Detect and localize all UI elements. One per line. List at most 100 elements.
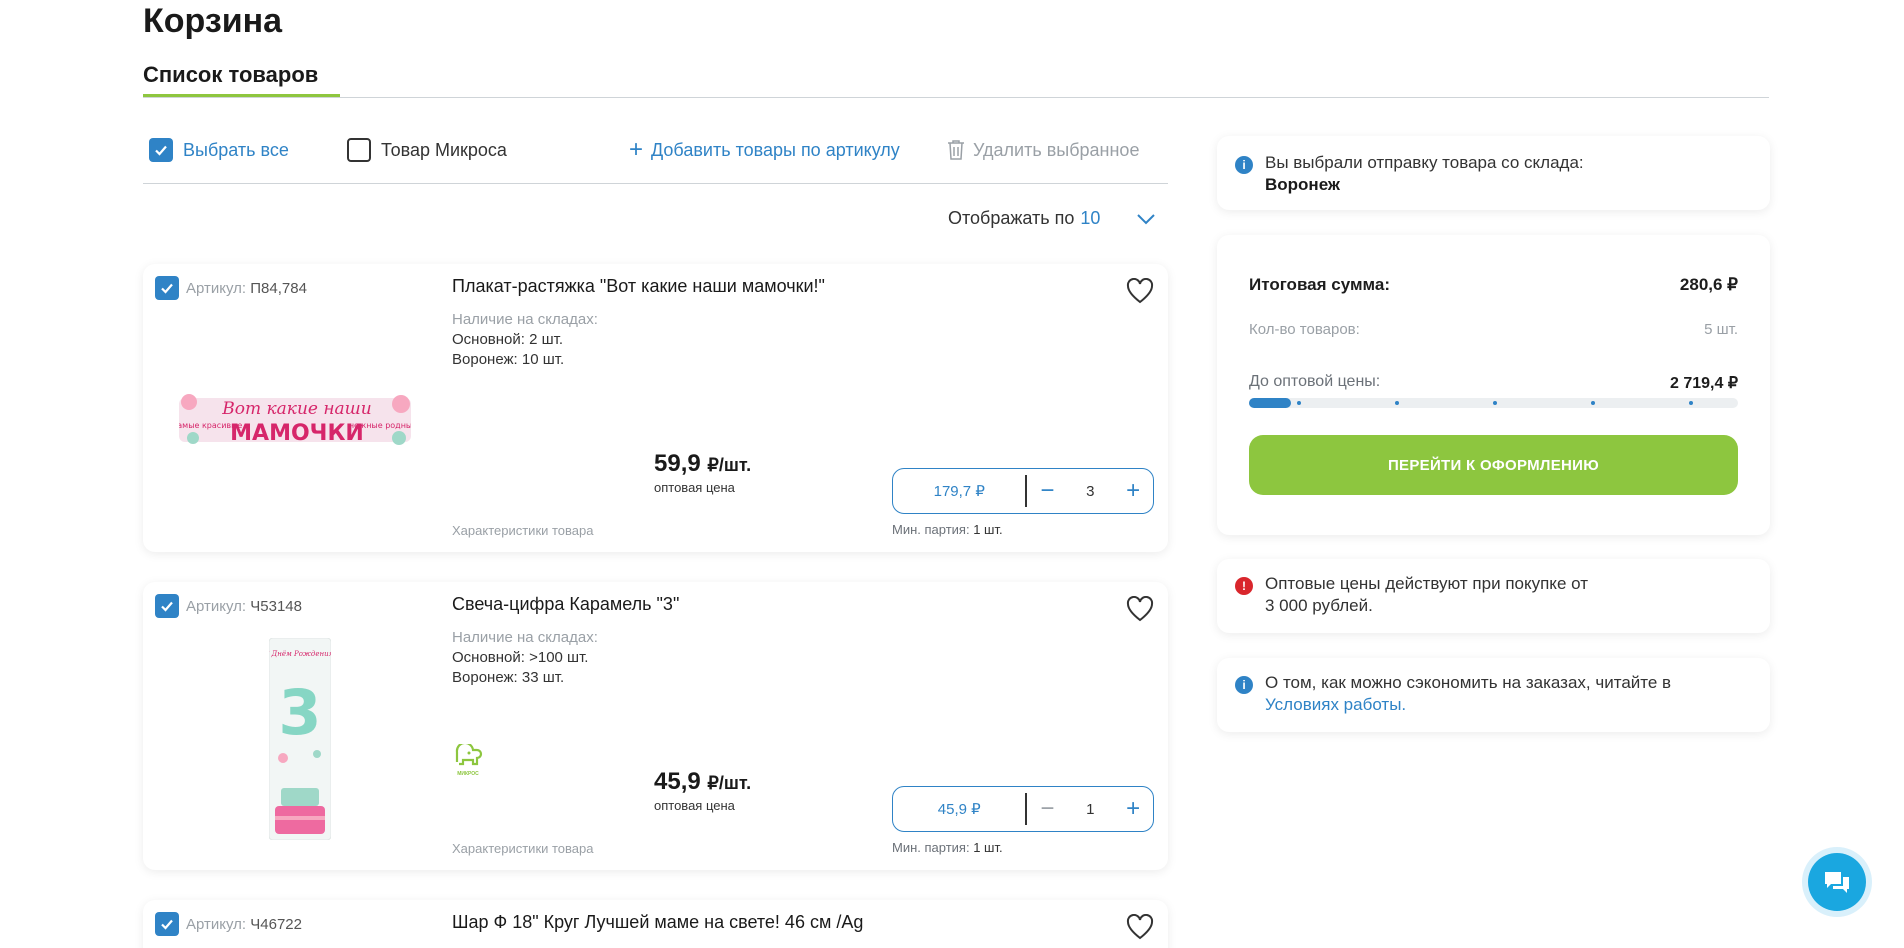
- min-batch: Мин. партия: 1 шт.: [892, 840, 1003, 855]
- product-sku: Артикул: П84,784: [186, 279, 307, 297]
- quantity-value[interactable]: 3: [1067, 483, 1113, 500]
- svg-text:С Днём Рождения!: С Днём Рождения!: [269, 650, 331, 658]
- characteristics-link[interactable]: Характеристики товара: [452, 841, 594, 856]
- product-price: 59,9 ₽/шт.: [654, 450, 752, 477]
- product-title[interactable]: Шар Ф 18" Круг Лучшей маме на свете! 46 …: [452, 912, 863, 933]
- info-icon: i: [1235, 676, 1253, 694]
- select-all-label: Выбрать все: [183, 139, 289, 160]
- product-image[interactable]: С Днём Рождения! 3: [264, 637, 336, 841]
- quantity-value[interactable]: 1: [1067, 801, 1113, 818]
- per-page-label: Отображать по: [948, 208, 1075, 228]
- stock-main: Основной: >100 шт.: [452, 649, 589, 666]
- svg-text:нежные родные: нежные родные: [349, 421, 411, 430]
- product-checkbox[interactable]: [155, 912, 179, 936]
- stock-info: Наличие на складах: Основной: >100 шт. В…: [452, 628, 598, 688]
- decrease-button[interactable]: −: [1027, 795, 1067, 823]
- product-card: Артикул: Ч53148 С Днём Рождения! 3 Свеча…: [143, 582, 1168, 870]
- cart-toolbar: Выбрать все Товар Микроса + Добавить тов…: [143, 136, 1168, 184]
- checkbox-checked-icon[interactable]: [149, 138, 173, 162]
- stock-label: Наличие на складах:: [452, 311, 598, 328]
- min-batch: Мин. партия: 1 шт.: [892, 522, 1003, 537]
- quantity-stepper: 179,7 ₽ − 3 +: [892, 468, 1154, 514]
- favorite-heart-icon[interactable]: [1126, 596, 1154, 622]
- mikros-filter-label: Товар Микроса: [381, 139, 507, 160]
- increase-button[interactable]: +: [1113, 477, 1153, 505]
- trash-icon: [948, 140, 964, 160]
- info-icon: i: [1235, 156, 1253, 174]
- svg-text:Вот какие наши: Вот какие наши: [221, 399, 372, 419]
- svg-text:Самые красивые: Самые красивые: [179, 421, 242, 430]
- wholesale-value: 2 719,4 ₽: [1669, 375, 1738, 392]
- terms-link[interactable]: Условиях работы.: [1265, 695, 1406, 714]
- checkout-button[interactable]: ПЕРЕЙТИ К ОФОРМЛЕНИЮ: [1249, 435, 1738, 495]
- product-checkbox[interactable]: [155, 594, 179, 618]
- wholesale-progress-bar: [1249, 398, 1738, 408]
- alert-icon: !: [1235, 577, 1253, 595]
- count-row: Кол-во товаров: 5 шт.: [1249, 321, 1738, 338]
- progress-dot: [1493, 401, 1497, 405]
- stock-voronezh: Воронеж: 33 шт.: [452, 669, 565, 686]
- page-title: Корзина: [143, 2, 283, 40]
- order-summary: Итоговая сумма: 280,6 ₽ Кол-во товаров: …: [1217, 235, 1770, 535]
- savings-text: О том, как можно сэкономить на заказах, …: [1265, 673, 1672, 714]
- per-page-value: 10: [1080, 208, 1101, 228]
- product-title[interactable]: Плакат-растяжка "Вот какие наши мамочки!…: [452, 276, 825, 297]
- svg-text:3: 3: [278, 676, 321, 749]
- increase-button[interactable]: +: [1113, 795, 1153, 823]
- chat-button[interactable]: [1808, 853, 1866, 911]
- characteristics-link[interactable]: Характеристики товара: [452, 523, 594, 538]
- wholesale-notice: ! Оптовые цены действуют при покупке от …: [1217, 559, 1770, 633]
- decrease-button[interactable]: −: [1027, 477, 1067, 505]
- plus-icon: +: [629, 136, 644, 163]
- progress-dot: [1395, 401, 1399, 405]
- total-row: Итоговая сумма: 280,6 ₽: [1249, 275, 1738, 295]
- product-sku: Артикул: Ч46722: [186, 915, 302, 933]
- stock-main: Основной: 2 шт.: [452, 331, 564, 348]
- progress-dot: [1591, 401, 1595, 405]
- add-by-sku-button[interactable]: + Добавить товары по артикулу: [629, 136, 900, 164]
- price-note: оптовая цена: [654, 798, 735, 813]
- savings-info: i О том, как можно сэкономить на заказах…: [1217, 658, 1770, 732]
- warehouse-name: Воронеж: [1265, 175, 1340, 194]
- warehouse-text: Вы выбрали отправку товара со склада: Во…: [1265, 153, 1584, 194]
- product-card: Артикул: Ч46722 Шар Ф 18" Круг Лучшей ма…: [143, 900, 1168, 948]
- per-page-select[interactable]: Отображать по 10: [948, 208, 1156, 229]
- mikros-brand-badge: МИКРОС: [452, 741, 484, 777]
- product-price: 45,9 ₽/шт.: [654, 768, 752, 795]
- wholesale-notice-text: Оптовые цены действуют при покупке от 3 …: [1265, 574, 1588, 615]
- total-value: 280,6 ₽: [1679, 275, 1738, 294]
- favorite-heart-icon[interactable]: [1126, 914, 1154, 940]
- checkbox-unchecked-icon[interactable]: [347, 138, 371, 162]
- select-all-checkbox[interactable]: Выбрать все: [149, 136, 289, 164]
- product-image[interactable]: Вот какие наши МАМОЧКИ Самые красивые не…: [172, 392, 417, 448]
- total-label: Итоговая сумма:: [1249, 275, 1390, 294]
- tab-product-list[interactable]: Список товаров: [143, 62, 318, 88]
- warehouse-info: i Вы выбрали отправку товара со склада: …: [1217, 136, 1770, 210]
- progress-fill: [1249, 398, 1291, 408]
- price-note: оптовая цена: [654, 480, 735, 495]
- progress-dot: [1297, 401, 1301, 405]
- product-card: Артикул: П84,784 Вот какие наши МАМОЧКИ …: [143, 264, 1168, 552]
- delete-selected-button[interactable]: Удалить выбранное: [947, 136, 1139, 164]
- mikros-filter-checkbox[interactable]: Товар Микроса: [347, 136, 507, 164]
- stock-info: Наличие на складах: Основной: 2 шт. Воро…: [452, 310, 598, 370]
- chat-icon: [1825, 872, 1849, 893]
- product-checkbox[interactable]: [155, 276, 179, 300]
- delete-selected-label: Удалить выбранное: [973, 139, 1140, 160]
- svg-text:МАМОЧКИ: МАМОЧКИ: [230, 421, 364, 446]
- line-total: 179,7 ₽: [933, 483, 985, 500]
- elephant-icon: [455, 741, 483, 766]
- count-label: Кол-во товаров:: [1249, 321, 1360, 338]
- line-total: 45,9 ₽: [937, 801, 981, 818]
- wholesale-label: До оптовой цены:: [1249, 373, 1381, 390]
- progress-dot: [1689, 401, 1693, 405]
- chevron-down-icon[interactable]: [1136, 213, 1156, 225]
- stock-voronezh: Воронеж: 10 шт.: [452, 351, 565, 368]
- product-title[interactable]: Свеча-цифра Карамель "3": [452, 594, 679, 615]
- product-sku: Артикул: Ч53148: [186, 597, 302, 615]
- count-value: 5 шт.: [1704, 321, 1738, 338]
- stock-label: Наличие на складах:: [452, 629, 598, 646]
- favorite-heart-icon[interactable]: [1126, 278, 1154, 304]
- wholesale-row: До оптовой цены: 2 719,4 ₽: [1249, 373, 1738, 393]
- section-divider: [143, 97, 1769, 98]
